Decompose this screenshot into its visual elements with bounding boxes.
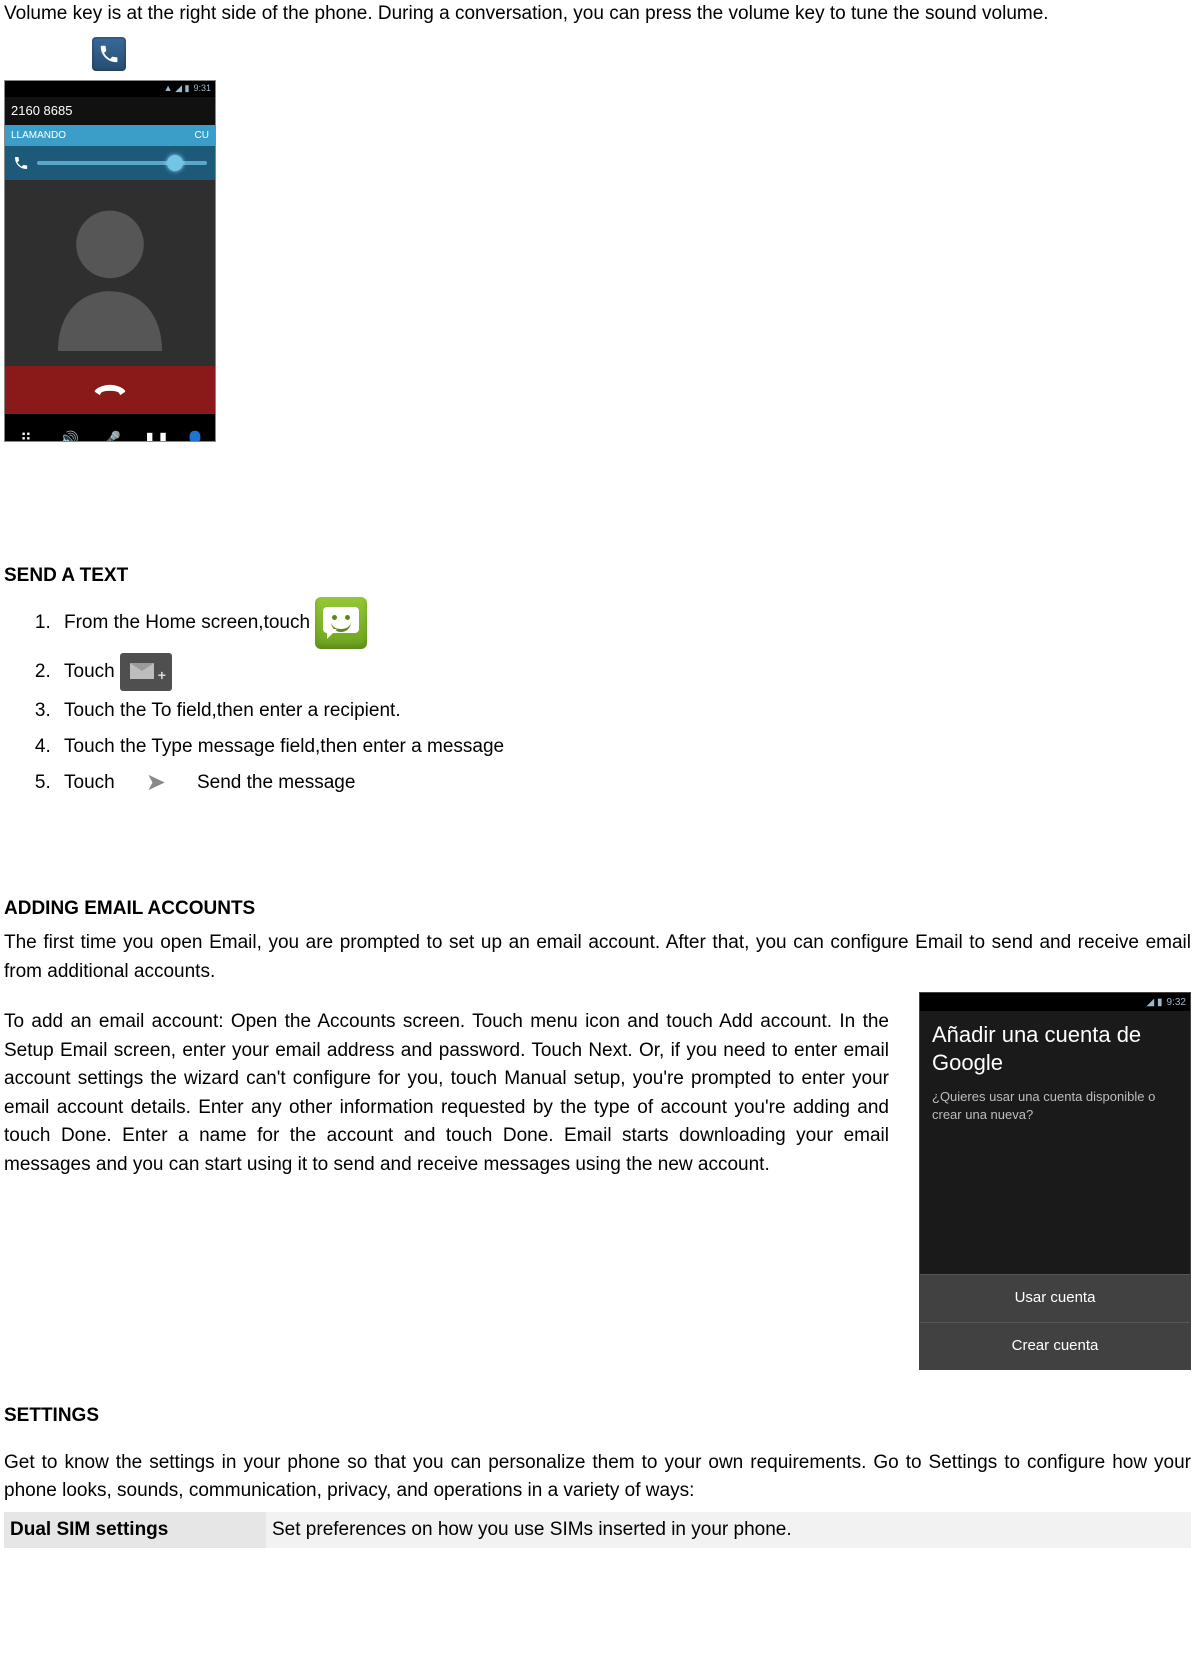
email-heading: ADDING EMAIL ACCOUNTS (4, 895, 1191, 924)
contact-avatar (5, 180, 215, 366)
table-row: Dual SIM settings Set preferences on how… (4, 1512, 1191, 1549)
volume-thumb[interactable] (167, 155, 183, 171)
create-account-button[interactable]: Crear cuenta (920, 1322, 1190, 1370)
call-screenshot: ▲ ◢ ▮ 9:31 2160 8685 LLAMANDO CU ⠿ 🔊 🎤 (4, 37, 214, 443)
intro-text: Volume key is at the right side of the p… (4, 0, 1191, 29)
step-5: Touch ➤ Send the message (56, 767, 1191, 799)
setting-desc: Set preferences on how you use SIMs inse… (266, 1512, 1191, 1549)
send-text-heading: SEND A TEXT (4, 562, 1191, 591)
mute-icon[interactable]: 🎤 (101, 429, 119, 443)
add-call-icon[interactable]: 👤 (185, 429, 203, 443)
step-4: Touch the Type message field,then enter … (56, 731, 1191, 763)
step-2: Touch + (56, 653, 1191, 691)
phone-app-icon (92, 37, 126, 71)
add-account-screenshot: ◢ ▮ 9:32 Añadir una cuenta de Google ¿Qu… (919, 992, 1191, 1370)
email-para1: The first time you open Email, you are p… (4, 929, 1191, 986)
dialpad-icon[interactable]: ⠿ (17, 429, 35, 443)
call-sim-label: CU (195, 128, 209, 143)
call-status-label: LLAMANDO (11, 128, 66, 143)
setting-name: Dual SIM settings (4, 1512, 266, 1549)
add-account-question: ¿Quieres usar una cuenta disponible o cr… (920, 1082, 1190, 1124)
hangup-button[interactable] (5, 366, 215, 414)
step-5-text-b: Send the message (197, 772, 355, 793)
step-3: Touch the To field,then enter a recipien… (56, 695, 1191, 727)
speaker-icon[interactable]: 🔊 (59, 429, 77, 443)
settings-table: Dual SIM settings Set preferences on how… (4, 1512, 1191, 1549)
call-actions-bar: ⠿ 🔊 🎤 ❚❚ 👤 (5, 414, 215, 443)
email-statusbar-icons: ◢ ▮ (1147, 995, 1163, 1010)
step-1-text: From the Home screen,touch (64, 612, 310, 633)
step-2-text: Touch (64, 661, 120, 682)
call-number: 2160 8685 (5, 97, 215, 125)
settings-intro: Get to know the settings in your phone s… (4, 1449, 1191, 1506)
statusbar-icons: ▲ ◢ ▮ (164, 82, 190, 96)
volume-slider[interactable] (5, 146, 215, 180)
step-1: From the Home screen,touch (56, 597, 1191, 649)
hold-icon[interactable]: ❚❚ (143, 429, 161, 443)
email-para2: To add an email account: Open the Accoun… (4, 1008, 889, 1179)
statusbar-time: 9:31 (193, 82, 211, 96)
add-account-title: Añadir una cuenta de Google (920, 1011, 1190, 1082)
phone-small-icon (13, 155, 29, 171)
use-account-button[interactable]: Usar cuenta (920, 1274, 1190, 1322)
email-statusbar-time: 9:32 (1167, 995, 1186, 1010)
messaging-app-icon (315, 597, 367, 649)
settings-heading: SETTINGS (4, 1402, 1191, 1431)
send-arrow-icon: ➤ (136, 767, 176, 799)
step-5-text-a: Touch (64, 772, 115, 793)
compose-message-icon: + (120, 653, 172, 691)
send-text-steps: From the Home screen,touch Touch + Touch… (4, 597, 1191, 799)
